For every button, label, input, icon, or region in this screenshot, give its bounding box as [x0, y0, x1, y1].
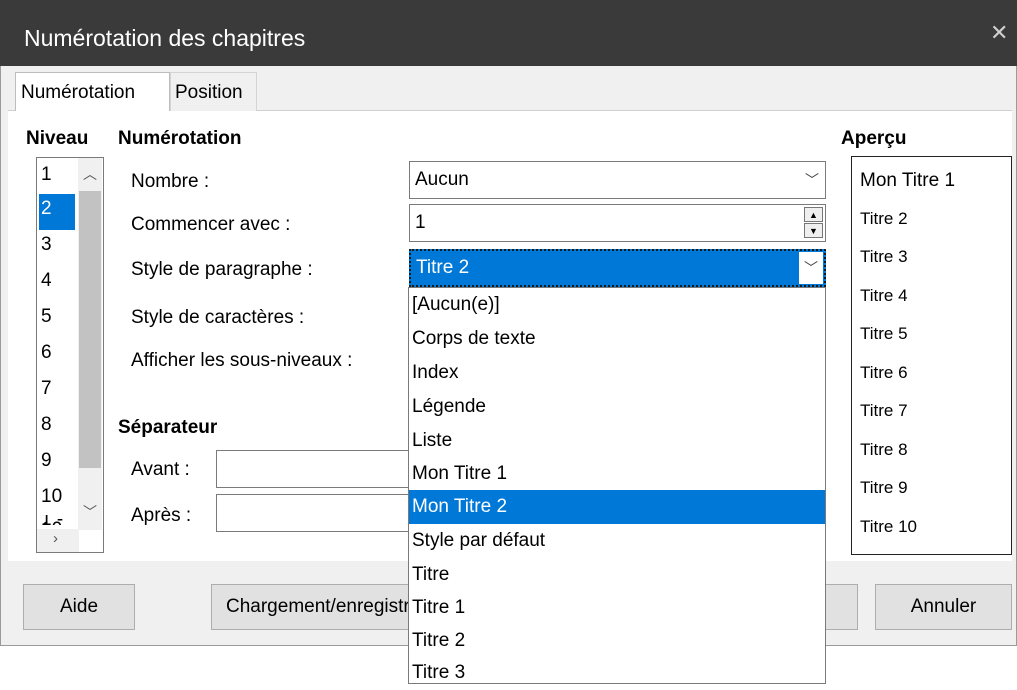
dropdown-option[interactable]: Titre 1	[409, 591, 825, 625]
number-value: Aucun	[415, 169, 469, 190]
preview-box: Mon Titre 1 Titre 2 Titre 3 Titre 4 Titr…	[851, 156, 1012, 555]
preview-line: Titre 2	[860, 209, 908, 228]
level-scroll-thumb[interactable]	[79, 191, 101, 468]
preview-line: Titre 9	[860, 478, 908, 497]
chevron-down-icon[interactable]: ﹀	[799, 252, 823, 284]
before-label: Avant :	[131, 459, 190, 480]
separator-header: Séparateur	[118, 417, 218, 438]
level-item-2[interactable]: 2	[39, 194, 75, 230]
character-style-label: Style de caractères :	[131, 307, 305, 328]
level-item-10[interactable]: 10	[39, 482, 75, 518]
level-item-9[interactable]: 9	[39, 446, 75, 482]
after-input[interactable]	[216, 494, 410, 532]
scroll-right-icon[interactable]: ›	[53, 530, 58, 547]
dropdown-option[interactable]: Titre 2	[409, 624, 825, 658]
paragraph-style-dropdown[interactable]: [Aucun(e)] Corps de texte Index Légende …	[408, 287, 826, 684]
preview-line: Mon Titre 1	[860, 170, 956, 191]
close-icon[interactable]: ✕	[990, 22, 1008, 44]
preview-line: Titre 3	[860, 247, 908, 266]
number-label: Nombre :	[131, 171, 210, 192]
before-input[interactable]	[216, 450, 410, 488]
level-item-7[interactable]: 7	[39, 374, 75, 410]
dropdown-option-highlighted[interactable]: Mon Titre 2	[409, 490, 825, 524]
tab-position[interactable]: Position	[170, 72, 257, 111]
level-item-5[interactable]: 5	[39, 302, 75, 338]
start-with-label: Commencer avec :	[131, 214, 291, 235]
preview-line: Titre 4	[860, 286, 908, 305]
cancel-button[interactable]: Annuler	[875, 584, 1012, 630]
dropdown-option[interactable]: Style par défaut	[409, 524, 825, 558]
preview-line: Titre 6	[860, 363, 908, 382]
dropdown-option[interactable]: Titre 3	[409, 656, 825, 690]
show-sublevels-label: Afficher les sous-niveaux :	[131, 350, 353, 371]
level-hscrollbar[interactable]	[37, 529, 79, 552]
dropdown-option[interactable]: Titre	[409, 558, 825, 592]
preview-line: Titre 8	[860, 440, 908, 459]
paragraph-style-value: Titre 2	[416, 257, 470, 278]
tab-numbering[interactable]: Numérotation	[15, 72, 170, 111]
chevron-down-icon[interactable]: ﹀	[800, 163, 824, 197]
paragraph-style-label: Style de paragraphe :	[131, 259, 313, 280]
dropdown-option[interactable]: [Aucun(e)]	[409, 288, 825, 322]
scroll-down-icon[interactable]: ﹀	[83, 502, 97, 522]
start-with-value: 1	[415, 212, 426, 233]
start-with-spinbox[interactable]: 1 ▲ ▼	[409, 204, 826, 242]
dropdown-option[interactable]: Liste	[409, 424, 825, 458]
scroll-up-icon[interactable]: ︿	[83, 164, 97, 184]
number-combobox[interactable]: Aucun ﹀	[409, 161, 826, 199]
level-item-4[interactable]: 4	[39, 266, 75, 302]
dialog-title: Numérotation des chapitres	[24, 25, 306, 51]
paragraph-style-combobox[interactable]: Titre 2 ﹀	[409, 249, 826, 287]
level-item-1[interactable]: 1	[39, 160, 75, 196]
dropdown-option[interactable]: Mon Titre 1	[409, 457, 825, 491]
spin-up-icon[interactable]: ▲	[804, 207, 823, 222]
preview-line: Titre 7	[860, 401, 908, 420]
level-item-8[interactable]: 8	[39, 410, 75, 446]
preview-header: Aperçu	[841, 128, 907, 149]
level-item-6[interactable]: 6	[39, 338, 75, 374]
spin-down-icon[interactable]: ▼	[804, 223, 823, 238]
preview-line: Titre 5	[860, 324, 908, 343]
dropdown-option[interactable]: Index	[409, 356, 825, 390]
level-header: Niveau	[26, 128, 89, 149]
preview-line: Titre 10	[860, 517, 918, 536]
dropdown-option[interactable]: Corps de texte	[409, 322, 825, 356]
dropdown-option[interactable]: Légende	[409, 390, 825, 424]
level-item-1-10[interactable]: 1 - 10	[39, 515, 75, 525]
after-label: Après :	[131, 505, 192, 526]
help-button[interactable]: Aide	[23, 584, 135, 630]
numbering-header: Numérotation	[118, 128, 242, 149]
level-item-3[interactable]: 3	[39, 230, 75, 266]
